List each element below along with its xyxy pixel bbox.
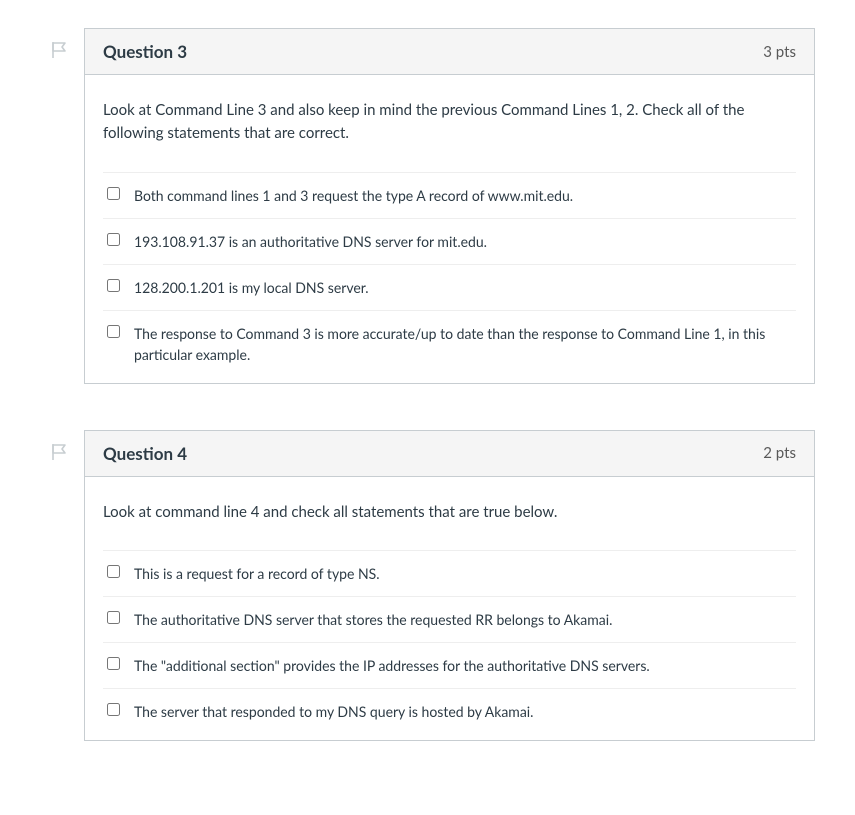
option-row[interactable]: 128.200.1.201 is my local DNS server. — [103, 265, 796, 311]
option-row[interactable]: The "additional section" provides the IP… — [103, 643, 796, 689]
option-row[interactable]: Both command lines 1 and 3 request the t… — [103, 173, 796, 219]
flag-icon[interactable] — [50, 442, 84, 462]
question-header: Question 3 3 pts — [85, 29, 814, 75]
question-points: 3 pts — [763, 43, 796, 61]
option-checkbox[interactable] — [107, 703, 120, 716]
question-prompt: Look at Command Line 3 and also keep in … — [103, 99, 796, 146]
question-block: Question 3 3 pts Look at Command Line 3 … — [50, 28, 815, 384]
question-gutter — [50, 430, 84, 462]
option-checkbox[interactable] — [107, 565, 120, 578]
question-header: Question 4 2 pts — [85, 431, 814, 477]
option-checkbox[interactable] — [107, 325, 120, 338]
question-card: Question 4 2 pts Look at command line 4 … — [84, 430, 815, 741]
option-label: The server that responded to my DNS quer… — [134, 701, 792, 722]
question-prompt: Look at command line 4 and check all sta… — [103, 501, 796, 524]
options-list: This is a request for a record of type N… — [103, 550, 796, 734]
option-label: Both command lines 1 and 3 request the t… — [134, 185, 792, 206]
question-body: Look at Command Line 3 and also keep in … — [85, 75, 814, 383]
option-checkbox[interactable] — [107, 611, 120, 624]
option-row[interactable]: This is a request for a record of type N… — [103, 551, 796, 597]
option-label: 128.200.1.201 is my local DNS server. — [134, 277, 792, 298]
question-block: Question 4 2 pts Look at command line 4 … — [50, 430, 815, 741]
option-label: The authoritative DNS server that stores… — [134, 609, 792, 630]
question-gutter — [50, 28, 84, 60]
question-title: Question 4 — [103, 443, 187, 464]
question-title: Question 3 — [103, 41, 187, 62]
option-row[interactable]: The response to Command 3 is more accura… — [103, 311, 796, 377]
option-label: The response to Command 3 is more accura… — [134, 323, 792, 365]
question-body: Look at command line 4 and check all sta… — [85, 477, 814, 740]
option-row[interactable]: 193.108.91.37 is an authoritative DNS se… — [103, 219, 796, 265]
option-checkbox[interactable] — [107, 233, 120, 246]
question-card: Question 3 3 pts Look at Command Line 3 … — [84, 28, 815, 384]
option-row[interactable]: The authoritative DNS server that stores… — [103, 597, 796, 643]
option-label: The "additional section" provides the IP… — [134, 655, 792, 676]
option-row[interactable]: The server that responded to my DNS quer… — [103, 689, 796, 734]
question-points: 2 pts — [763, 444, 796, 462]
flag-icon[interactable] — [50, 40, 84, 60]
option-checkbox[interactable] — [107, 279, 120, 292]
option-checkbox[interactable] — [107, 657, 120, 670]
options-list: Both command lines 1 and 3 request the t… — [103, 172, 796, 377]
option-label: 193.108.91.37 is an authoritative DNS se… — [134, 231, 792, 252]
option-checkbox[interactable] — [107, 187, 120, 200]
option-label: This is a request for a record of type N… — [134, 563, 792, 584]
